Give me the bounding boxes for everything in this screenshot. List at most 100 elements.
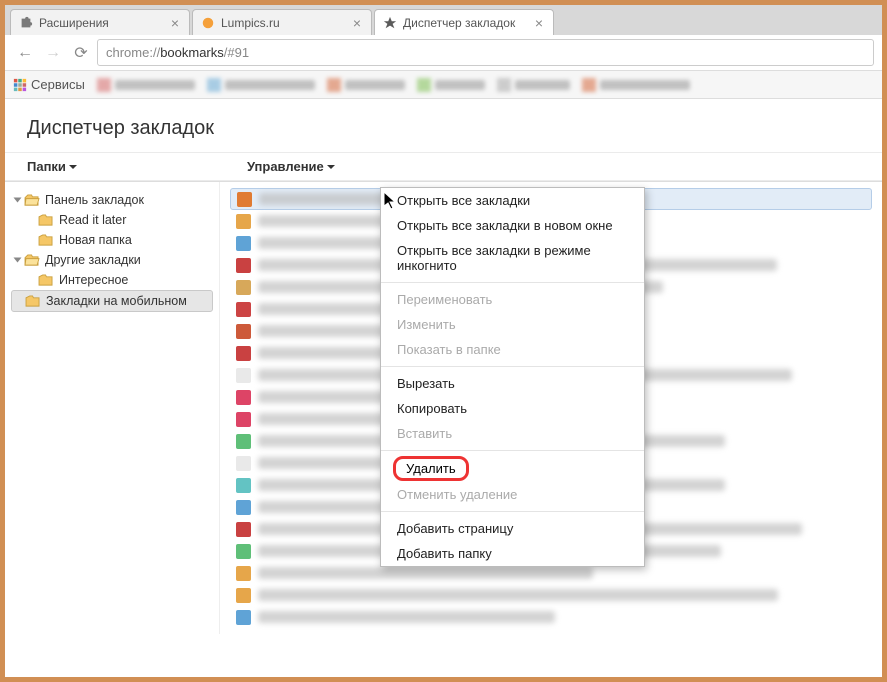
separator [381,450,644,451]
menu-item[interactable]: Добавить папку [381,541,644,566]
favicon-icon [236,324,251,339]
caret-down-icon [69,165,77,169]
close-icon[interactable]: × [169,17,181,29]
menu-item[interactable]: Открыть все закладки в новом окне [381,213,644,238]
folder-icon [38,234,54,247]
separator [381,511,644,512]
back-button[interactable]: ← [13,41,37,65]
cursor-icon [383,191,399,216]
folder-icon [24,254,40,267]
bookmark-item[interactable] [582,78,690,92]
context-menu: Открыть все закладкиОткрыть все закладки… [380,187,645,567]
tree-item[interactable]: Новая папка [25,230,213,250]
apps-icon [13,78,27,92]
bookmark-item[interactable] [207,78,315,92]
twist-icon [14,198,22,203]
toolbar: Папки Управление [5,152,882,181]
menu-item[interactable]: Открыть все закладки [381,188,644,213]
close-icon[interactable]: × [533,17,545,29]
favicon-icon [237,192,252,207]
tab[interactable]: Lumpics.ru × [192,9,372,35]
menu-item[interactable]: Вырезать [381,371,644,396]
bookmark-title [258,567,593,579]
menu-item-delete-highlighted[interactable]: Удалить [393,456,469,481]
folder-icon [38,274,54,287]
manage-label: Управление [247,159,324,174]
favicon-icon [236,610,251,625]
favicon-icon [236,280,251,295]
bookmarks-bar: Сервисы [5,71,882,99]
favicon-icon [236,500,251,515]
puzzle-icon [19,16,33,30]
tree-item[interactable]: Другие закладки [11,250,213,270]
tab-title: Расширения [39,16,165,30]
favicon-icon [236,346,251,361]
menu-item[interactable]: Добавить страницу [381,516,644,541]
bookmark-item[interactable] [327,78,405,92]
favicon-icon [236,302,251,317]
list-item[interactable] [230,606,872,628]
caret-down-icon [327,165,335,169]
menu-item: Показать в папке [381,337,644,362]
services-label: Сервисы [31,77,85,92]
bookmark-title [258,611,555,623]
tree-item[interactable]: Read it later [25,210,213,230]
folder-tree: Панель закладок Read it later Новая папка Д… [5,182,220,634]
reload-button[interactable]: ⟳ [69,41,93,65]
star-icon [383,16,397,30]
menu-item[interactable]: Открыть все закладки в режиме инкогнито [381,238,644,278]
url-prefix: chrome:// [106,45,160,60]
favicon-icon [236,412,251,427]
favicon-icon [236,566,251,581]
address-bar: ← → ⟳ chrome://bookmarks/#91 [5,35,882,71]
tab-title: Lumpics.ru [221,16,347,30]
tree-label: Панель закладок [45,193,144,207]
orange-icon [201,16,215,30]
tree-label: Новая папка [59,233,132,247]
folder-icon [24,194,40,207]
favicon-icon [236,214,251,229]
manage-menu-button[interactable]: Управление [247,159,335,174]
bookmark-title [258,589,778,601]
folder-icon [38,214,54,227]
url-path: /#91 [224,45,249,60]
favicon-icon [236,368,251,383]
tab-title: Диспетчер закладок [403,16,529,30]
folders-menu-button[interactable]: Папки [27,159,77,174]
bookmark-item[interactable] [497,78,570,92]
tree-item[interactable]: Интересное [25,270,213,290]
tree-label: Интересное [59,273,128,287]
page-title: Диспетчер закладок [5,99,882,152]
url-input[interactable]: chrome://bookmarks/#91 [97,39,874,66]
favicon-icon [236,544,251,559]
tree-item[interactable]: Панель закладок [11,190,213,210]
bookmark-item[interactable] [97,78,195,92]
bookmark-item[interactable] [417,78,485,92]
separator [381,282,644,283]
menu-item: Отменить удаление [381,482,644,507]
tab[interactable]: Расширения × [10,9,190,35]
favicon-icon [236,390,251,405]
favicon-icon [236,522,251,537]
twist-icon [14,258,22,263]
tree-label: Другие закладки [45,253,141,267]
menu-item: Вставить [381,421,644,446]
menu-item[interactable]: Копировать [381,396,644,421]
bookmarks-services[interactable]: Сервисы [13,77,85,92]
tab-strip: Расширения×Lumpics.ru×Диспетчер закладок… [5,5,882,35]
list-item[interactable] [230,584,872,606]
folders-label: Папки [27,159,66,174]
tree-label: Закладки на мобильном [46,294,187,308]
close-icon[interactable]: × [351,17,363,29]
forward-button[interactable]: → [41,41,65,65]
tab[interactable]: Диспетчер закладок × [374,9,554,35]
favicon-icon [236,258,251,273]
folder-icon [25,295,41,308]
tree-label: Read it later [59,213,126,227]
tree-item[interactable]: Закладки на мобильном [11,290,213,312]
separator [381,366,644,367]
favicon-icon [236,236,251,251]
menu-item: Изменить [381,312,644,337]
url-host: bookmarks [160,45,224,60]
menu-item: Переименовать [381,287,644,312]
